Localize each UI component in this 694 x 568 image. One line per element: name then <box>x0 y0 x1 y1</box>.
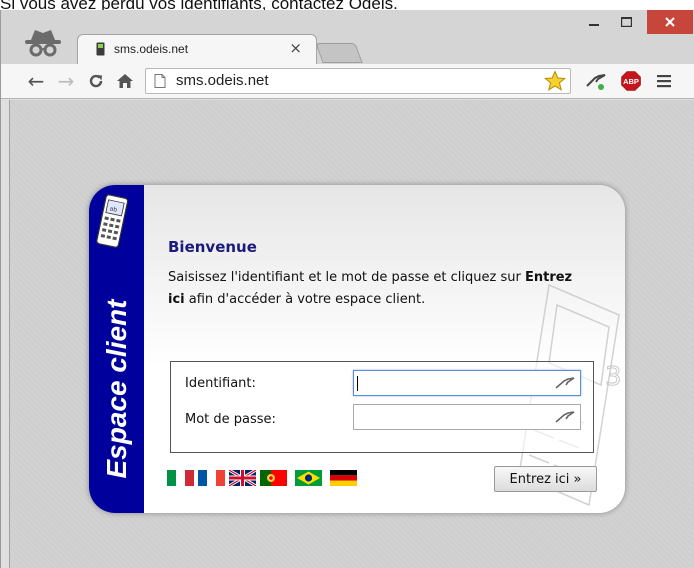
sidebar-banner: ab Espace client <box>89 185 144 513</box>
adblock-label: ABP <box>623 77 639 86</box>
welcome-title: Bienvenue <box>168 238 257 256</box>
french-flag-icon[interactable] <box>198 470 225 486</box>
password-manager-icon[interactable] <box>554 409 576 425</box>
mot-de-passe-label: Mot de passe: <box>185 412 276 427</box>
address-bar[interactable]: sms.odeis.net <box>145 68 571 94</box>
maximize-icon <box>620 17 632 27</box>
reload-icon <box>89 74 103 88</box>
english-flag-icon[interactable] <box>229 470 256 486</box>
menu-icon[interactable] <box>656 73 672 89</box>
favicon-icon <box>96 42 105 56</box>
tab-close-icon[interactable]: × <box>289 40 302 56</box>
url-text: sms.odeis.net <box>176 72 269 89</box>
bookmark-star-icon[interactable] <box>544 70 566 92</box>
browser-window: sms.odeis.net × ← → sms.odeis.net ABP 3 … <box>0 10 694 568</box>
new-tab-button[interactable] <box>315 43 363 63</box>
password-manager-icon[interactable] <box>554 375 576 391</box>
text-cursor <box>357 376 358 391</box>
reload-button[interactable] <box>85 69 107 93</box>
mot-de-passe-input[interactable] <box>353 404 581 430</box>
portuguese-flag-icon[interactable] <box>260 470 287 486</box>
back-button[interactable]: ← <box>25 69 47 93</box>
home-icon <box>117 74 133 88</box>
home-button[interactable] <box>113 69 137 93</box>
intro-text-end: afin d'accéder à votre espace client. <box>184 292 426 307</box>
caption-text: Si vous avez perdu vos identifiants, con… <box>0 0 398 10</box>
tab-title: sms.odeis.net <box>114 42 189 56</box>
browser-toolbar: ← → sms.odeis.net ABP <box>1 64 694 99</box>
page-viewport: 3 0 ab Espace <box>9 100 694 568</box>
identifiant-input[interactable] <box>353 370 581 396</box>
german-flag-icon[interactable] <box>330 470 357 486</box>
minimize-icon <box>589 24 599 26</box>
minimize-button[interactable] <box>579 10 609 34</box>
login-panel: 3 0 ab Espace <box>89 185 625 513</box>
page-icon <box>154 74 166 88</box>
brazilian-flag-icon[interactable] <box>295 470 322 486</box>
forward-button[interactable]: → <box>55 69 77 93</box>
espace-client-label: Espace client <box>101 299 132 479</box>
close-window-button[interactable] <box>647 10 693 34</box>
incognito-icon <box>25 30 61 57</box>
title-bar: sms.odeis.net × <box>1 10 694 65</box>
intro-text: Saisissez l'identifiant et le mot de pas… <box>168 267 588 311</box>
login-form: Identifiant: Mot de passe: <box>170 361 594 453</box>
tab-sms-odeis[interactable]: sms.odeis.net × <box>77 34 317 64</box>
maximize-button[interactable] <box>611 10 641 34</box>
entrez-ici-button[interactable]: Entrez ici » <box>494 466 597 492</box>
italian-flag-icon[interactable] <box>167 470 194 486</box>
mobile-phone-icon: ab <box>96 194 129 248</box>
intro-text-start: Saisissez l'identifiant et le mot de pas… <box>168 270 525 285</box>
close-icon <box>665 17 675 27</box>
adblock-plus-icon[interactable]: ABP <box>621 71 641 91</box>
identifiant-label: Identifiant: <box>185 376 256 391</box>
extension-icon[interactable] <box>585 72 607 92</box>
watermark-digits: 3 0 <box>605 362 625 392</box>
